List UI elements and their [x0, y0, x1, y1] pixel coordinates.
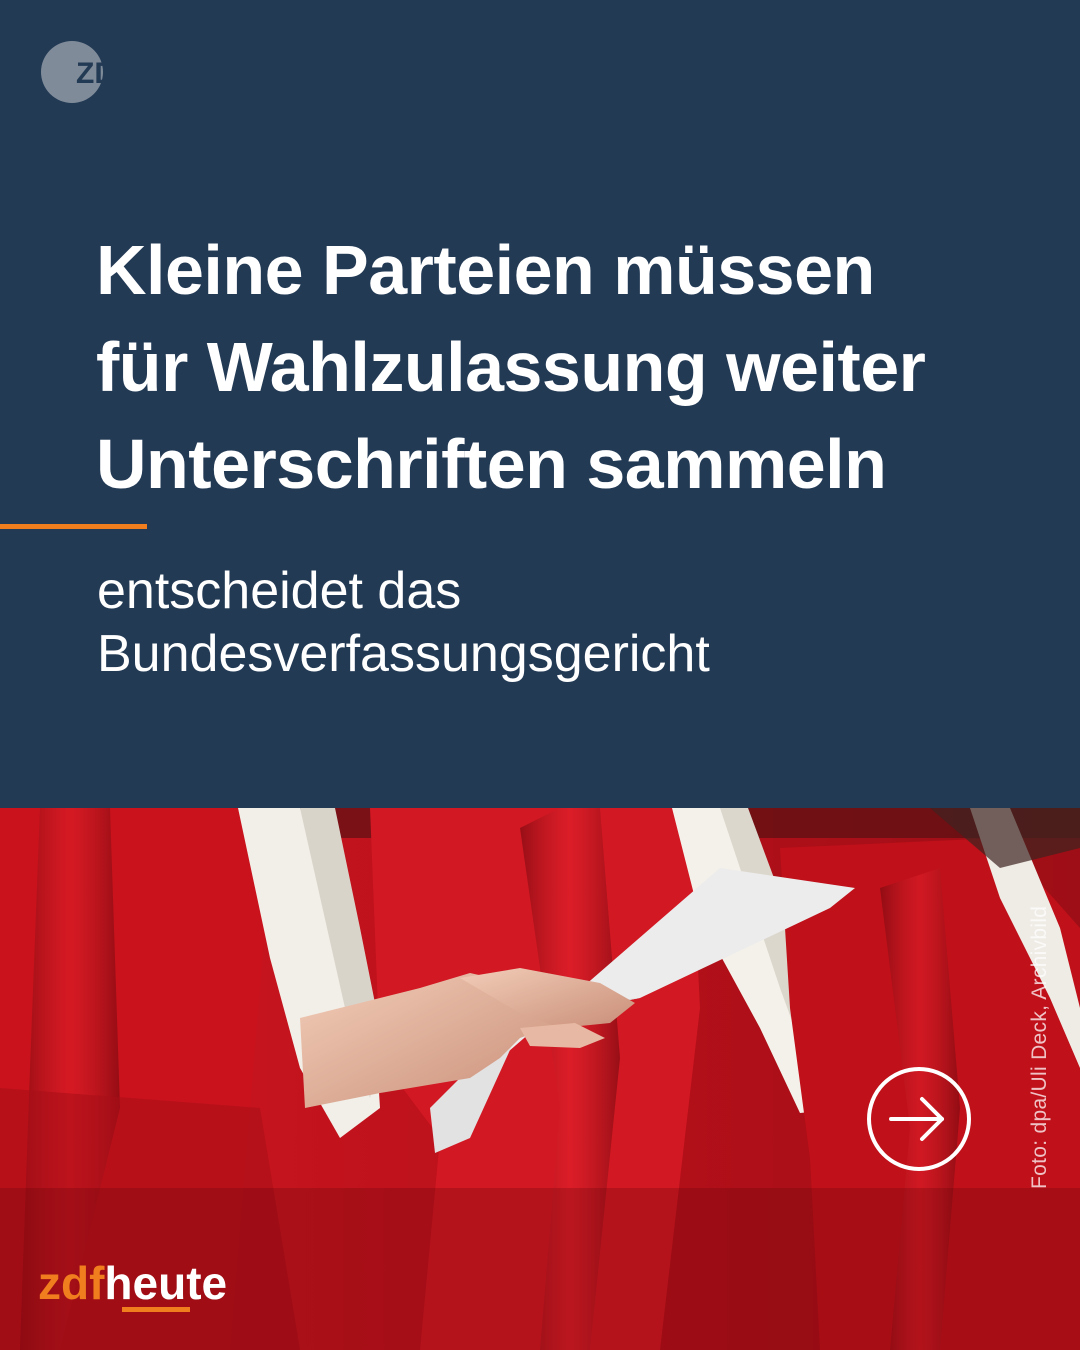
- judges-photo: Foto: dpa/Uli Deck, Archivbild zdfheute: [0, 808, 1080, 1350]
- brand-zdf: zdf: [38, 1257, 105, 1309]
- headline-line-1: Kleine Parteien müssen: [96, 231, 875, 309]
- zdf-logo-icon: ZDF: [41, 41, 134, 103]
- zdf-logo-text: ZDF: [76, 57, 134, 90]
- headline-panel: ZDF Kleine Parteien müssen für Wahlzulas…: [0, 0, 1080, 808]
- accent-divider: [0, 524, 147, 529]
- headline-line-3: Unterschriften sammeln: [96, 425, 887, 503]
- subline: entscheidet das Bundesverfassungsgericht: [97, 560, 1037, 686]
- brand-underline: [122, 1307, 190, 1312]
- arrow-right-circle-icon[interactable]: [866, 1066, 972, 1172]
- subline-line-1: entscheidet das: [97, 562, 462, 620]
- photo-credit: Foto: dpa/Uli Deck, Archivbild: [1028, 905, 1051, 1189]
- post-card: ZDF Kleine Parteien müssen für Wahlzulas…: [0, 0, 1080, 1350]
- subline-line-2: Bundesverfassungsgericht: [97, 625, 710, 683]
- zdfheute-logo: zdfheute: [38, 1253, 227, 1313]
- brand-heute: heute: [104, 1257, 228, 1309]
- headline: Kleine Parteien müssen für Wahlzulassung…: [96, 222, 1056, 513]
- headline-line-2: für Wahlzulassung weiter: [96, 328, 926, 406]
